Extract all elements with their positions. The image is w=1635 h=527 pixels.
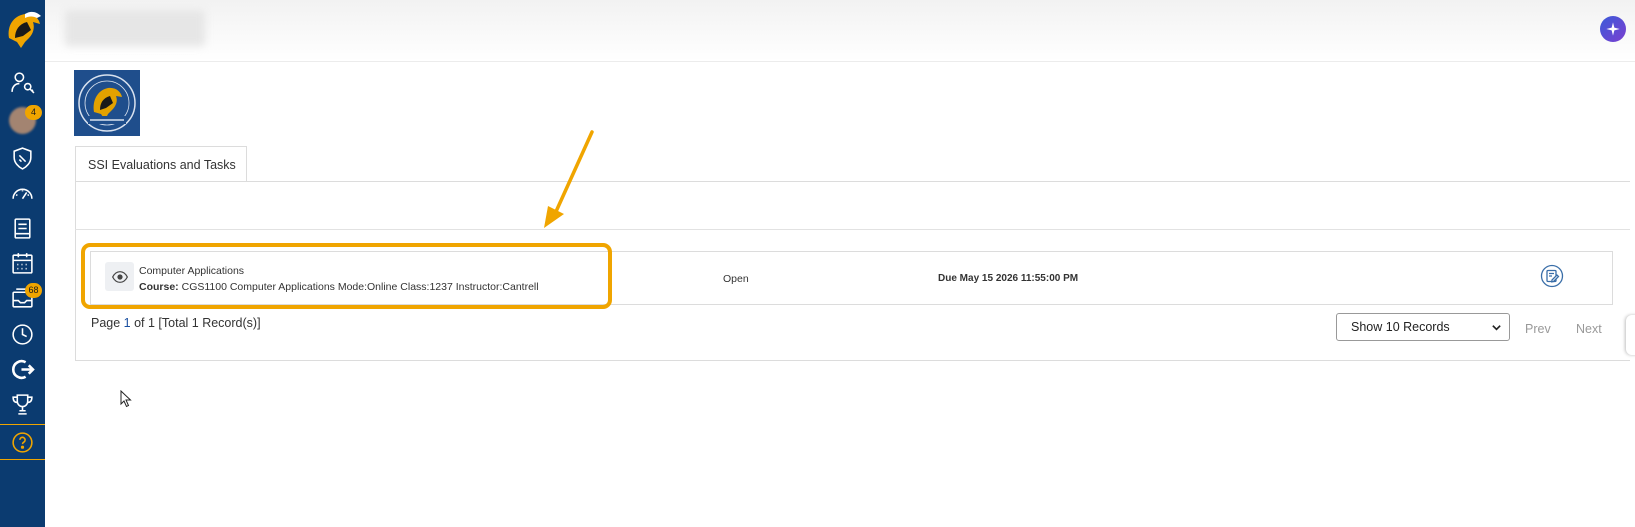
due-label: Due [938, 273, 957, 284]
side-edge-tab[interactable] [1626, 315, 1635, 355]
edit-evaluation-icon[interactable] [1540, 264, 1564, 288]
blurred-header-content [65, 10, 205, 46]
notification-badge: 4 [25, 105, 42, 120]
top-bar [45, 0, 1635, 62]
prev-button[interactable]: Prev [1525, 322, 1551, 336]
due-date: Due May 15 2026 11:55:00 PM [938, 273, 1078, 284]
tab-label: SSI Evaluations and Tasks [88, 157, 236, 172]
shield-tag-icon[interactable] [0, 142, 45, 174]
book-icon[interactable] [0, 212, 45, 244]
sidebar: 4 68 [0, 0, 45, 527]
trophy-icon[interactable] [0, 388, 45, 420]
page-prefix: Page [91, 316, 124, 330]
school-logo-icon [74, 70, 140, 136]
mouse-cursor-icon [120, 390, 132, 408]
titans-logo-icon[interactable] [3, 8, 43, 52]
records-per-page-select[interactable]: Show 10 Records [1336, 313, 1510, 341]
due-value: May 15 2026 11:55:00 PM [956, 273, 1079, 284]
annotation-arrow-icon [544, 130, 594, 228]
help-icon[interactable] [0, 426, 45, 458]
calendar-icon[interactable] [0, 247, 45, 279]
records-select-value: Show 10 Records [1351, 320, 1450, 334]
panel-divider [75, 229, 1630, 230]
ai-assistant-sparkle-icon[interactable] [1600, 16, 1626, 42]
avatar[interactable]: 4 [0, 104, 45, 136]
notification-badge: 68 [25, 283, 42, 298]
status-text: Open [723, 273, 749, 285]
logout-icon[interactable] [0, 353, 45, 385]
pagination-info: Page 1 of 1 [Total 1 Record(s)] [91, 316, 261, 330]
user-key-icon[interactable] [0, 66, 45, 98]
tab-ssi-evaluations[interactable]: SSI Evaluations and Tasks [75, 146, 247, 182]
inbox-icon[interactable]: 68 [0, 282, 45, 314]
highlight-box [81, 243, 612, 309]
speedometer-icon[interactable] [0, 177, 45, 209]
chevron-down-icon [1492, 325, 1501, 331]
clock-icon[interactable] [0, 318, 45, 350]
current-page[interactable]: 1 [124, 316, 131, 330]
next-button[interactable]: Next [1576, 322, 1602, 336]
page-suffix: of 1 [Total 1 Record(s)] [130, 316, 261, 330]
